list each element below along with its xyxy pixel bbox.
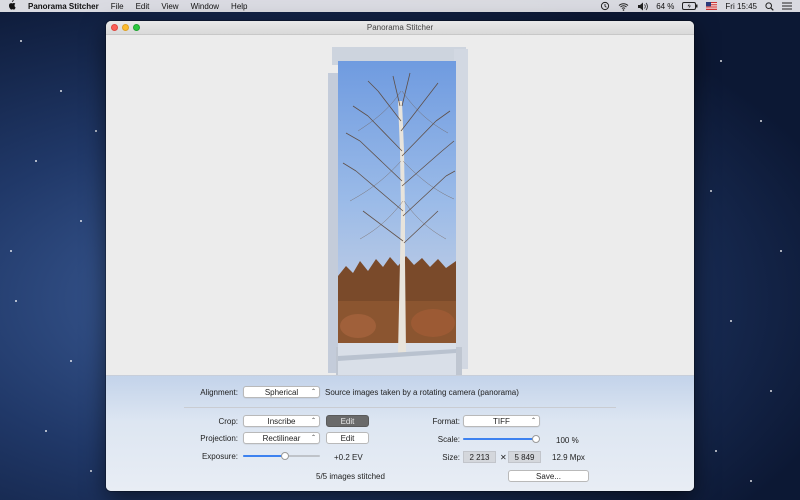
divider xyxy=(184,407,616,408)
menu-list-icon[interactable] xyxy=(782,2,792,10)
chevron-updown-icon: ⌃ xyxy=(310,435,316,441)
battery-percent: 64 % xyxy=(656,1,675,11)
format-popup[interactable]: TIFF ⌃ xyxy=(463,415,540,427)
crop-popup[interactable]: Inscribe ⌃ xyxy=(243,415,320,427)
app-window: Panorama Stitcher Alignment: Spherical ⌃… xyxy=(106,21,694,491)
alignment-popup[interactable]: Spherical ⌃ xyxy=(243,386,320,398)
menu-app-name[interactable]: Panorama Stitcher xyxy=(22,2,105,11)
format-value: TIFF xyxy=(493,416,510,426)
size-megapixels: 12.9 Mpx xyxy=(552,453,585,462)
menu-file[interactable]: File xyxy=(105,2,130,11)
window-title: Panorama Stitcher xyxy=(366,23,434,32)
chevron-updown-icon: ⌃ xyxy=(310,418,316,424)
crop-label: Crop: xyxy=(218,417,238,426)
menu-view[interactable]: View xyxy=(155,2,184,11)
time-machine-icon[interactable] xyxy=(600,1,610,11)
title-bar[interactable]: Panorama Stitcher xyxy=(106,21,694,35)
alignment-label: Alignment: xyxy=(200,388,238,397)
scale-value: 100 % xyxy=(556,436,579,445)
settings-panel: Alignment: Spherical ⌃ Source images tak… xyxy=(106,375,694,491)
size-width-field[interactable]: 2 213 xyxy=(463,451,496,463)
menu-window[interactable]: Window xyxy=(185,2,225,11)
chevron-updown-icon: ⌃ xyxy=(530,418,536,424)
wifi-icon[interactable] xyxy=(618,2,629,11)
projection-popup[interactable]: Rectilinear ⌃ xyxy=(243,432,320,444)
exposure-label: Exposure: xyxy=(201,452,238,461)
projection-label: Projection: xyxy=(200,434,238,443)
size-label: Size: xyxy=(442,453,460,462)
format-label: Format: xyxy=(432,417,460,426)
alignment-value: Spherical xyxy=(264,387,299,397)
menu-bar: Panorama Stitcher File Edit View Window … xyxy=(0,0,800,12)
save-button[interactable]: Save... xyxy=(508,470,589,482)
stitched-photo xyxy=(338,61,456,375)
size-times: ✕ xyxy=(500,453,507,462)
chevron-updown-icon: ⌃ xyxy=(310,389,316,395)
exposure-value: +0.2 EV xyxy=(334,453,363,462)
apple-icon[interactable] xyxy=(0,0,22,12)
crop-edit-button[interactable]: Edit xyxy=(326,415,369,427)
volume-icon[interactable] xyxy=(637,2,648,11)
panorama-image[interactable] xyxy=(328,47,470,375)
crop-value: Inscribe xyxy=(267,416,296,426)
alignment-description: Source images taken by a rotating camera… xyxy=(325,388,519,397)
scale-slider[interactable] xyxy=(463,434,540,444)
size-height-field[interactable]: 5 849 xyxy=(508,451,541,463)
stitch-status: 5/5 images stitched xyxy=(316,472,385,481)
projection-edit-button[interactable]: Edit xyxy=(326,432,369,444)
scale-slider-knob[interactable] xyxy=(532,435,540,443)
menu-help[interactable]: Help xyxy=(225,2,253,11)
projection-value: Rectilinear xyxy=(262,433,301,443)
search-icon[interactable] xyxy=(765,1,774,11)
exposure-slider-knob[interactable] xyxy=(281,452,290,460)
flag-icon[interactable] xyxy=(706,2,718,10)
battery-icon[interactable] xyxy=(682,2,698,10)
menu-edit[interactable]: Edit xyxy=(130,2,156,11)
clock[interactable]: Fri 15:45 xyxy=(725,2,757,11)
exposure-slider[interactable] xyxy=(243,451,320,461)
panorama-preview-area xyxy=(106,35,694,375)
scale-label: Scale: xyxy=(437,435,460,444)
